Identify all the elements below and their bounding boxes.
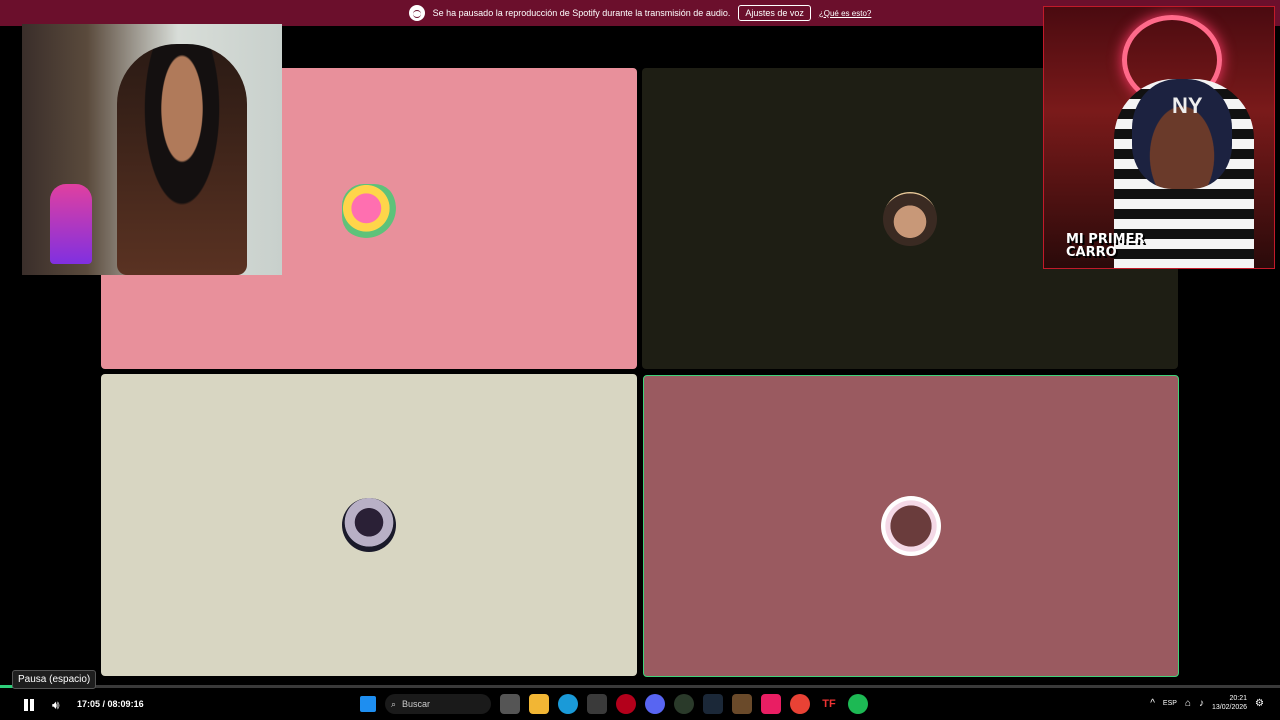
language-indicator[interactable]: ESP — [1163, 700, 1177, 707]
participant-avatar — [342, 498, 396, 552]
system-tray: ^ ESP ⌂ ♪ 20:21 13/02/2026 ⚙ — [1150, 694, 1264, 712]
clock-date: 13/02/2026 — [1211, 704, 1248, 711]
windows-icon[interactable] — [360, 696, 376, 712]
search-icon: ⌕ — [391, 698, 397, 709]
edge-icon[interactable] — [558, 694, 578, 714]
current-time: 17:05 — [77, 699, 101, 709]
participant-avatar — [883, 191, 937, 246]
red-app-icon[interactable] — [616, 694, 636, 714]
participant-tile-3[interactable] — [101, 374, 637, 676]
speaker-icon[interactable]: ♪ — [1199, 698, 1204, 709]
volume-icon[interactable]: 🔊︎ — [52, 698, 60, 713]
network-icon[interactable]: ⌂ — [1185, 698, 1191, 709]
game-icon[interactable] — [732, 694, 752, 714]
taskbar: ⌕ Buscar TF — [360, 692, 868, 716]
discord-icon[interactable] — [645, 694, 665, 714]
spotify-icon — [408, 5, 425, 21]
microphone — [50, 184, 92, 264]
voice-settings-button[interactable]: Ajustes de voz — [738, 5, 811, 21]
participant-avatar — [881, 496, 941, 556]
tf-icon[interactable]: TF — [819, 694, 839, 714]
participant-tile-4-speaking[interactable] — [643, 375, 1179, 677]
webcam-right: NY MI PRIMER CARRO — [1043, 6, 1275, 269]
webcam-left — [22, 24, 282, 275]
time-display: 17:05 / 08:09:16 — [77, 699, 144, 709]
participant-avatar — [342, 183, 396, 238]
taskbar-search[interactable]: ⌕ Buscar — [385, 694, 491, 714]
chevron-up-icon[interactable]: ^ — [1150, 698, 1155, 709]
tiktok-icon[interactable] — [761, 694, 781, 714]
store-icon[interactable] — [587, 694, 607, 714]
spotify-icon[interactable] — [848, 694, 868, 714]
caption-line-2: CARRO — [1066, 245, 1117, 260]
task-view-icon[interactable] — [500, 694, 520, 714]
clock-time: 20:21 — [1229, 695, 1248, 702]
pause-tooltip: Pausa (espacio) — [12, 670, 97, 689]
search-placeholder: Buscar — [402, 699, 431, 709]
cap-logo: NY — [1172, 93, 1203, 118]
banner-message: Se ha pausado la reproducción de Spotify… — [432, 8, 731, 18]
webcam-caption: MI PRIMER CARRO — [1066, 233, 1145, 259]
pause-button[interactable] — [22, 699, 36, 711]
gear-icon[interactable]: ⚙ — [1255, 698, 1264, 709]
steam-icon[interactable] — [703, 694, 723, 714]
progress-bar[interactable] — [0, 685, 1280, 688]
chrome-icon[interactable] — [790, 694, 810, 714]
file-explorer-icon[interactable] — [529, 694, 549, 714]
duration: 08:09:16 — [107, 699, 144, 709]
xbox-icon[interactable] — [674, 694, 694, 714]
streamer-left — [117, 44, 247, 275]
whats-this-link[interactable]: ¿Qué es esto? — [819, 9, 871, 18]
clock[interactable]: 20:21 13/02/2026 — [1212, 694, 1247, 712]
